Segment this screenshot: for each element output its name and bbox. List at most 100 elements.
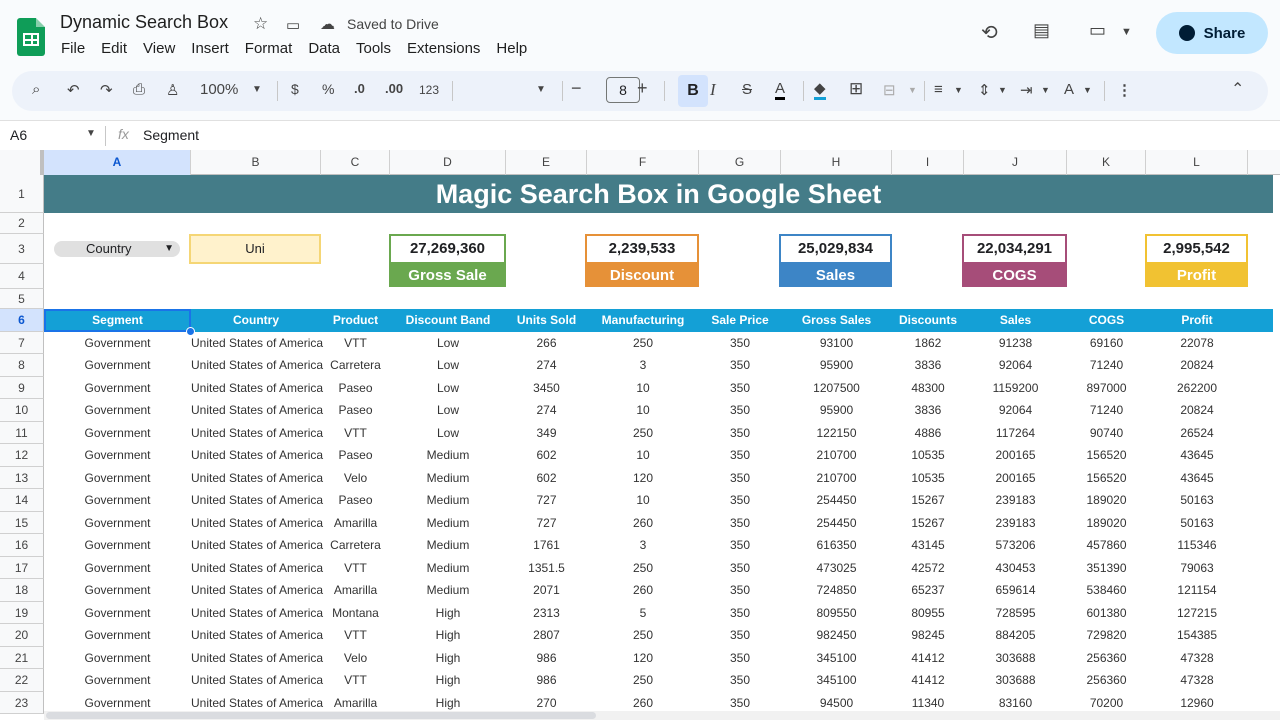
table-cell[interactable]: 250 xyxy=(587,422,699,444)
table-cell[interactable]: 250 xyxy=(587,332,699,354)
table-cell[interactable]: United States of America xyxy=(191,647,323,669)
row-header-2[interactable]: 2 xyxy=(0,213,44,234)
table-cell[interactable]: 256360 xyxy=(1067,669,1146,691)
sheets-logo-icon[interactable] xyxy=(17,18,45,56)
table-cell[interactable]: 350 xyxy=(699,489,781,511)
table-cell[interactable]: 350 xyxy=(699,579,781,601)
table-cell[interactable]: 350 xyxy=(699,444,781,466)
table-cell[interactable]: 616350 xyxy=(781,534,892,556)
table-cell[interactable]: 727 xyxy=(506,489,587,511)
table-cell[interactable]: 602 xyxy=(506,444,587,466)
table-cell[interactable]: 573206 xyxy=(964,534,1067,556)
menu-extensions[interactable]: Extensions xyxy=(407,40,480,57)
table-cell[interactable]: 92064 xyxy=(964,354,1067,376)
table-cell[interactable]: 266 xyxy=(506,332,587,354)
table-cell[interactable]: 350 xyxy=(699,557,781,579)
header-cell[interactable]: COGS xyxy=(1067,309,1146,332)
table-cell[interactable]: 2313 xyxy=(506,602,587,624)
table-cell[interactable]: High xyxy=(390,602,506,624)
row-header-16[interactable]: 16 xyxy=(0,534,44,557)
table-cell[interactable]: 3 xyxy=(587,354,699,376)
text-rotation-icon[interactable]: A xyxy=(1064,81,1074,98)
header-cell[interactable]: Product xyxy=(321,309,390,332)
table-cell[interactable]: Medium xyxy=(390,444,506,466)
table-cell[interactable]: High xyxy=(390,647,506,669)
table-cell[interactable]: Paseo xyxy=(321,444,390,466)
table-cell[interactable]: Medium xyxy=(390,557,506,579)
table-cell[interactable]: 79063 xyxy=(1146,557,1248,579)
table-cell[interactable]: 117264 xyxy=(964,422,1067,444)
table-cell[interactable]: 43145 xyxy=(892,534,964,556)
table-cell[interactable]: 274 xyxy=(506,354,587,376)
formula-input[interactable]: Segment xyxy=(143,127,199,143)
header-cell[interactable]: Discounts xyxy=(892,309,964,332)
table-cell[interactable]: Montana xyxy=(321,602,390,624)
menu-view[interactable]: View xyxy=(143,40,175,57)
kpi-profit[interactable]: 2,995,542 Profit xyxy=(1145,234,1248,289)
table-cell[interactable]: 92064 xyxy=(964,399,1067,421)
paint-format-icon[interactable]: ♙ xyxy=(166,81,179,99)
increase-decimal-button[interactable]: .00 xyxy=(385,81,403,96)
column-header-l[interactable]: L xyxy=(1146,150,1248,175)
table-cell[interactable]: 727 xyxy=(506,512,587,534)
table-cell[interactable]: 809550 xyxy=(781,602,892,624)
table-cell[interactable]: Carretera xyxy=(321,534,390,556)
table-cell[interactable]: Medium xyxy=(390,489,506,511)
table-cell[interactable]: 659614 xyxy=(964,579,1067,601)
table-cell[interactable]: Government xyxy=(44,579,191,601)
fill-color-icon[interactable]: ◆ xyxy=(814,81,826,100)
table-cell[interactable]: 200165 xyxy=(964,467,1067,489)
table-cell[interactable]: 350 xyxy=(699,534,781,556)
table-cell[interactable]: 303688 xyxy=(964,669,1067,691)
table-cell[interactable]: 3450 xyxy=(506,377,587,399)
table-cell[interactable]: United States of America xyxy=(191,512,323,534)
table-cell[interactable]: VTT xyxy=(321,557,390,579)
meet-dropdown-icon[interactable]: ▼ xyxy=(1121,26,1132,38)
search-input-cell[interactable]: Uni xyxy=(189,234,321,264)
table-cell[interactable]: 50163 xyxy=(1146,512,1248,534)
table-cell[interactable]: Low xyxy=(390,399,506,421)
kpi-cogs[interactable]: 22,034,291 COGS xyxy=(962,234,1067,289)
table-cell[interactable]: Government xyxy=(44,647,191,669)
italic-button[interactable]: I xyxy=(710,80,716,100)
table-cell[interactable]: 90740 xyxy=(1067,422,1146,444)
table-cell[interactable]: Low xyxy=(390,422,506,444)
table-cell[interactable]: 260 xyxy=(587,512,699,534)
table-cell[interactable]: Government xyxy=(44,602,191,624)
percent-format-button[interactable]: % xyxy=(322,81,334,97)
table-cell[interactable]: 42572 xyxy=(892,557,964,579)
sheet-banner-title[interactable]: Magic Search Box in Google Sheet xyxy=(44,175,1273,213)
table-cell[interactable]: 350 xyxy=(699,377,781,399)
table-cell[interactable]: Government xyxy=(44,489,191,511)
table-cell[interactable]: 26524 xyxy=(1146,422,1248,444)
table-cell[interactable]: Low xyxy=(390,377,506,399)
table-cell[interactable]: 262200 xyxy=(1146,377,1248,399)
row-header-22[interactable]: 22 xyxy=(0,669,44,692)
column-header-g[interactable]: G xyxy=(699,150,781,175)
table-cell[interactable]: 10 xyxy=(587,399,699,421)
table-cell[interactable]: 274 xyxy=(506,399,587,421)
table-cell[interactable]: Amarilla xyxy=(321,512,390,534)
table-cell[interactable]: 210700 xyxy=(781,444,892,466)
selected-cell-outline[interactable] xyxy=(44,309,191,332)
header-cell[interactable]: Sale Price xyxy=(699,309,781,332)
font-family-dropdown-icon[interactable]: ▼ xyxy=(536,84,546,95)
table-cell[interactable]: 95900 xyxy=(781,399,892,421)
table-cell[interactable]: United States of America xyxy=(191,399,323,421)
row-header-19[interactable]: 19 xyxy=(0,602,44,624)
text-color-button[interactable]: A xyxy=(775,81,786,100)
table-cell[interactable]: United States of America xyxy=(191,669,323,691)
table-cell[interactable]: 15267 xyxy=(892,512,964,534)
row-header-20[interactable]: 20 xyxy=(0,624,44,647)
table-cell[interactable]: 71240 xyxy=(1067,399,1146,421)
more-options-icon[interactable]: ⋮ xyxy=(1117,81,1132,99)
more-formats-button[interactable]: 123 xyxy=(419,83,439,97)
zoom-dropdown-icon[interactable]: ▼ xyxy=(252,84,262,95)
document-title[interactable]: Dynamic Search Box xyxy=(60,12,228,33)
table-cell[interactable]: 20824 xyxy=(1146,399,1248,421)
strikethrough-button[interactable]: S xyxy=(742,81,752,98)
table-cell[interactable]: 156520 xyxy=(1067,444,1146,466)
row-header-10[interactable]: 10 xyxy=(0,399,44,422)
table-cell[interactable]: 98245 xyxy=(892,624,964,646)
decrease-decimal-button[interactable]: .0 xyxy=(354,81,365,96)
